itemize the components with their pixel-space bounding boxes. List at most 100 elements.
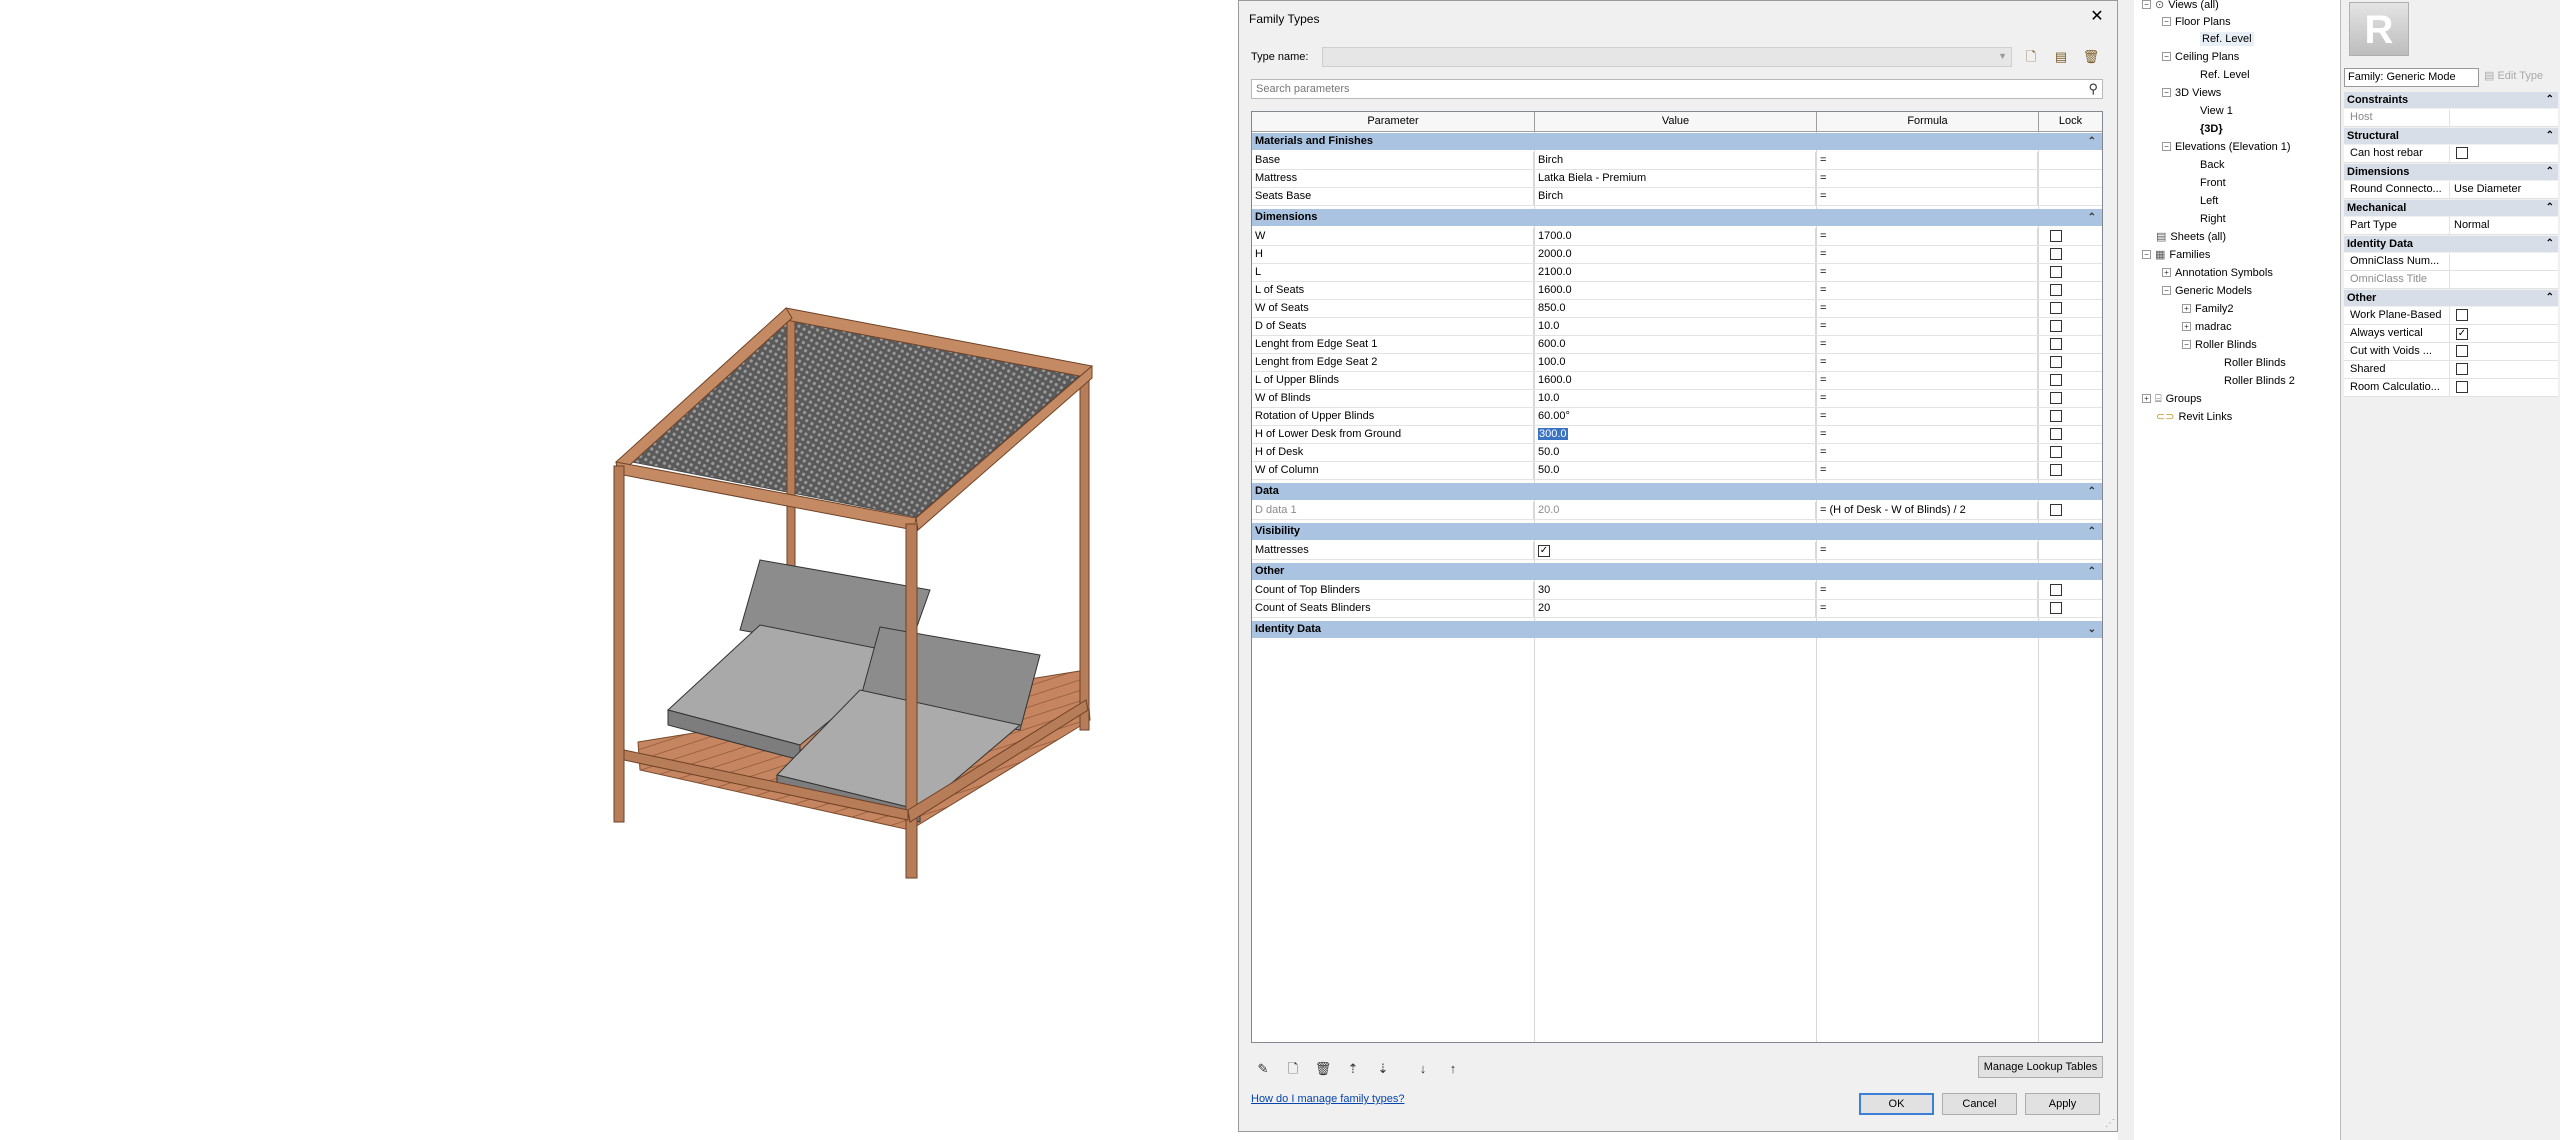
new-parameter-icon[interactable]: 🗋 bbox=[1283, 1059, 1303, 1079]
group-header[interactable]: Data ⌃ bbox=[1252, 483, 2102, 500]
lock-checkbox[interactable] bbox=[2050, 602, 2062, 614]
tree-views-all[interactable]: − ⊙ Views (all) bbox=[2142, 0, 2219, 12]
parameter-row[interactable]: Seats Base Birch = bbox=[1252, 188, 2102, 206]
tree-groups[interactable]: + ⌸ Groups bbox=[2142, 392, 2202, 406]
parameter-value[interactable]: 20 bbox=[1535, 600, 1816, 617]
parameter-value[interactable]: 850.0 bbox=[1535, 300, 1816, 317]
move-up-icon[interactable]: ⇡ bbox=[1343, 1059, 1363, 1079]
parameter-row[interactable]: D data 1 20.0 = (H of Desk - W of Blinds) … bbox=[1252, 502, 2102, 520]
parameter-formula[interactable]: = bbox=[1817, 282, 2038, 299]
lock-checkbox[interactable] bbox=[2050, 410, 2062, 422]
parameter-row[interactable]: Count of Top Blinders 30 = bbox=[1252, 582, 2102, 600]
parameter-row[interactable]: L 2100.0 = bbox=[1252, 264, 2102, 282]
parameter-value[interactable]: 300.0 bbox=[1535, 426, 1816, 443]
parameter-row[interactable]: D of Seats 10.0 = bbox=[1252, 318, 2102, 336]
cancel-button[interactable]: Cancel bbox=[1942, 1093, 2017, 1115]
parameter-formula[interactable]: = bbox=[1817, 264, 2038, 281]
parameter-name[interactable]: Rotation of Upper Blinds bbox=[1252, 408, 1534, 425]
browser-scrollbar[interactable] bbox=[2118, 0, 2134, 1140]
group-header[interactable]: Dimensions ⌃ bbox=[1252, 209, 2102, 226]
prop-can-host-rebar[interactable]: Can host rebar bbox=[2344, 145, 2558, 163]
column-header-value[interactable]: Value bbox=[1535, 112, 1817, 131]
delete-parameter-icon[interactable]: 🗑 bbox=[1313, 1059, 1333, 1079]
parameter-formula[interactable]: = bbox=[1817, 170, 2038, 187]
room-calc-checkbox[interactable] bbox=[2456, 381, 2468, 393]
parameter-row[interactable]: Lenght from Edge Seat 2 100.0 = bbox=[1252, 354, 2102, 372]
parameter-value[interactable]: 50.0 bbox=[1535, 444, 1816, 461]
close-icon[interactable]: ✕ bbox=[2087, 7, 2107, 27]
parameter-formula[interactable]: = bbox=[1817, 228, 2038, 245]
parameter-row[interactable]: W of Seats 850.0 = bbox=[1252, 300, 2102, 318]
collapse-icon[interactable]: ⌃ bbox=[2088, 209, 2096, 226]
parameter-formula[interactable]: = bbox=[1817, 444, 2038, 461]
model-viewport[interactable] bbox=[0, 0, 1236, 1140]
parameter-formula[interactable]: = bbox=[1817, 600, 2038, 617]
parameter-name[interactable]: W of Column bbox=[1252, 462, 1534, 479]
tree-roller-blinds[interactable]: − Roller Blinds bbox=[2182, 338, 2257, 352]
parameter-lock[interactable] bbox=[2039, 282, 2102, 299]
parameter-row[interactable]: Lenght from Edge Seat 1 600.0 = bbox=[1252, 336, 2102, 354]
parameter-lock[interactable] bbox=[2039, 246, 2102, 263]
parameter-value[interactable]: 600.0 bbox=[1535, 336, 1816, 353]
tree-3d-views[interactable]: −3D Views bbox=[2162, 86, 2221, 100]
parameter-lock[interactable] bbox=[2039, 502, 2102, 519]
parameter-formula[interactable]: = bbox=[1817, 462, 2038, 479]
prop-round-connector[interactable]: Round Connecto... Use Diameter bbox=[2344, 181, 2558, 199]
parameter-value[interactable]: 100.0 bbox=[1535, 354, 1816, 371]
parameter-formula[interactable]: = bbox=[1817, 318, 2038, 335]
lock-checkbox[interactable] bbox=[2050, 504, 2062, 516]
parameter-value[interactable]: 50.0 bbox=[1535, 462, 1816, 479]
expand-icon[interactable]: ⌄ bbox=[2088, 621, 2096, 638]
parameter-name[interactable]: Seats Base bbox=[1252, 188, 1534, 205]
prop-cut-with-voids[interactable]: Cut with Voids ... bbox=[2344, 343, 2558, 361]
parameter-row[interactable]: L of Upper Blinds 1600.0 = bbox=[1252, 372, 2102, 390]
parameter-lock[interactable] bbox=[2039, 336, 2102, 353]
parameter-value[interactable]: ✓ bbox=[1535, 542, 1816, 559]
tree-ref-level-ceiling[interactable]: Ref. Level bbox=[2200, 68, 2250, 82]
parameter-value[interactable]: 1700.0 bbox=[1535, 228, 1816, 245]
parameter-lock[interactable] bbox=[2039, 318, 2102, 335]
parameter-name[interactable]: W of Seats bbox=[1252, 300, 1534, 317]
parameter-value[interactable]: 2100.0 bbox=[1535, 264, 1816, 281]
parameter-formula[interactable]: = bbox=[1817, 188, 2038, 205]
lock-checkbox[interactable] bbox=[2050, 338, 2062, 350]
parameter-value[interactable]: Birch bbox=[1535, 188, 1816, 205]
column-header-parameter[interactable]: Parameter bbox=[1252, 112, 1535, 131]
parameter-name[interactable]: W of Blinds bbox=[1252, 390, 1534, 407]
parameter-lock[interactable] bbox=[2039, 228, 2102, 245]
new-type-icon[interactable]: 🗋 bbox=[2020, 47, 2042, 67]
collapse-icon[interactable]: ⌃ bbox=[2088, 523, 2096, 540]
prop-shared[interactable]: Shared bbox=[2344, 361, 2558, 379]
tree-revit-links[interactable]: ⊂⊃ Revit Links bbox=[2156, 410, 2232, 424]
parameter-name[interactable]: H bbox=[1252, 246, 1534, 263]
prop-omniclass-number[interactable]: OmniClass Num... bbox=[2344, 253, 2558, 271]
tree-elevations[interactable]: − Elevations (Elevation 1) bbox=[2162, 140, 2291, 154]
parameter-lock[interactable] bbox=[2039, 600, 2102, 617]
tree-front[interactable]: Front bbox=[2200, 176, 2226, 190]
parameter-formula[interactable]: = bbox=[1817, 336, 2038, 353]
group-structural[interactable]: Structural ⌃ bbox=[2344, 128, 2558, 144]
type-name-dropdown[interactable]: ▼ bbox=[1322, 47, 2012, 67]
parameter-row[interactable]: Rotation of Upper Blinds 60.00° = bbox=[1252, 408, 2102, 426]
collapse-icon[interactable]: ⌃ bbox=[2088, 483, 2096, 500]
parameter-value[interactable]: Latka Biela - Premium bbox=[1535, 170, 1816, 187]
parameter-value[interactable]: 20.0 bbox=[1535, 502, 1816, 519]
prop-room-calculation[interactable]: Room Calculatio... bbox=[2344, 379, 2558, 397]
parameter-name[interactable]: Mattresses bbox=[1252, 542, 1534, 559]
rename-type-icon[interactable]: ▤ bbox=[2050, 47, 2072, 67]
lock-checkbox[interactable] bbox=[2050, 464, 2062, 476]
tree-ref-level-floor[interactable]: Ref. Level bbox=[2200, 32, 2254, 46]
column-header-lock[interactable]: Lock bbox=[2039, 112, 2102, 131]
cut-voids-checkbox[interactable] bbox=[2456, 345, 2468, 357]
parameter-name[interactable]: D data 1 bbox=[1252, 502, 1534, 519]
lock-checkbox[interactable] bbox=[2050, 428, 2062, 440]
lock-checkbox[interactable] bbox=[2050, 392, 2062, 404]
tree-floor-plans[interactable]: − Floor Plans bbox=[2162, 15, 2231, 29]
sort-descending-icon[interactable]: ↑ bbox=[1443, 1059, 1463, 1079]
parameter-formula[interactable]: = bbox=[1817, 542, 2038, 559]
sort-ascending-icon[interactable]: ↓ bbox=[1413, 1059, 1433, 1079]
parameter-value[interactable]: Birch bbox=[1535, 152, 1816, 169]
parameter-row[interactable]: H 2000.0 = bbox=[1252, 246, 2102, 264]
group-dimensions[interactable]: Dimensions ⌃ bbox=[2344, 164, 2558, 180]
parameter-row[interactable]: Mattresses ✓ = bbox=[1252, 542, 2102, 560]
